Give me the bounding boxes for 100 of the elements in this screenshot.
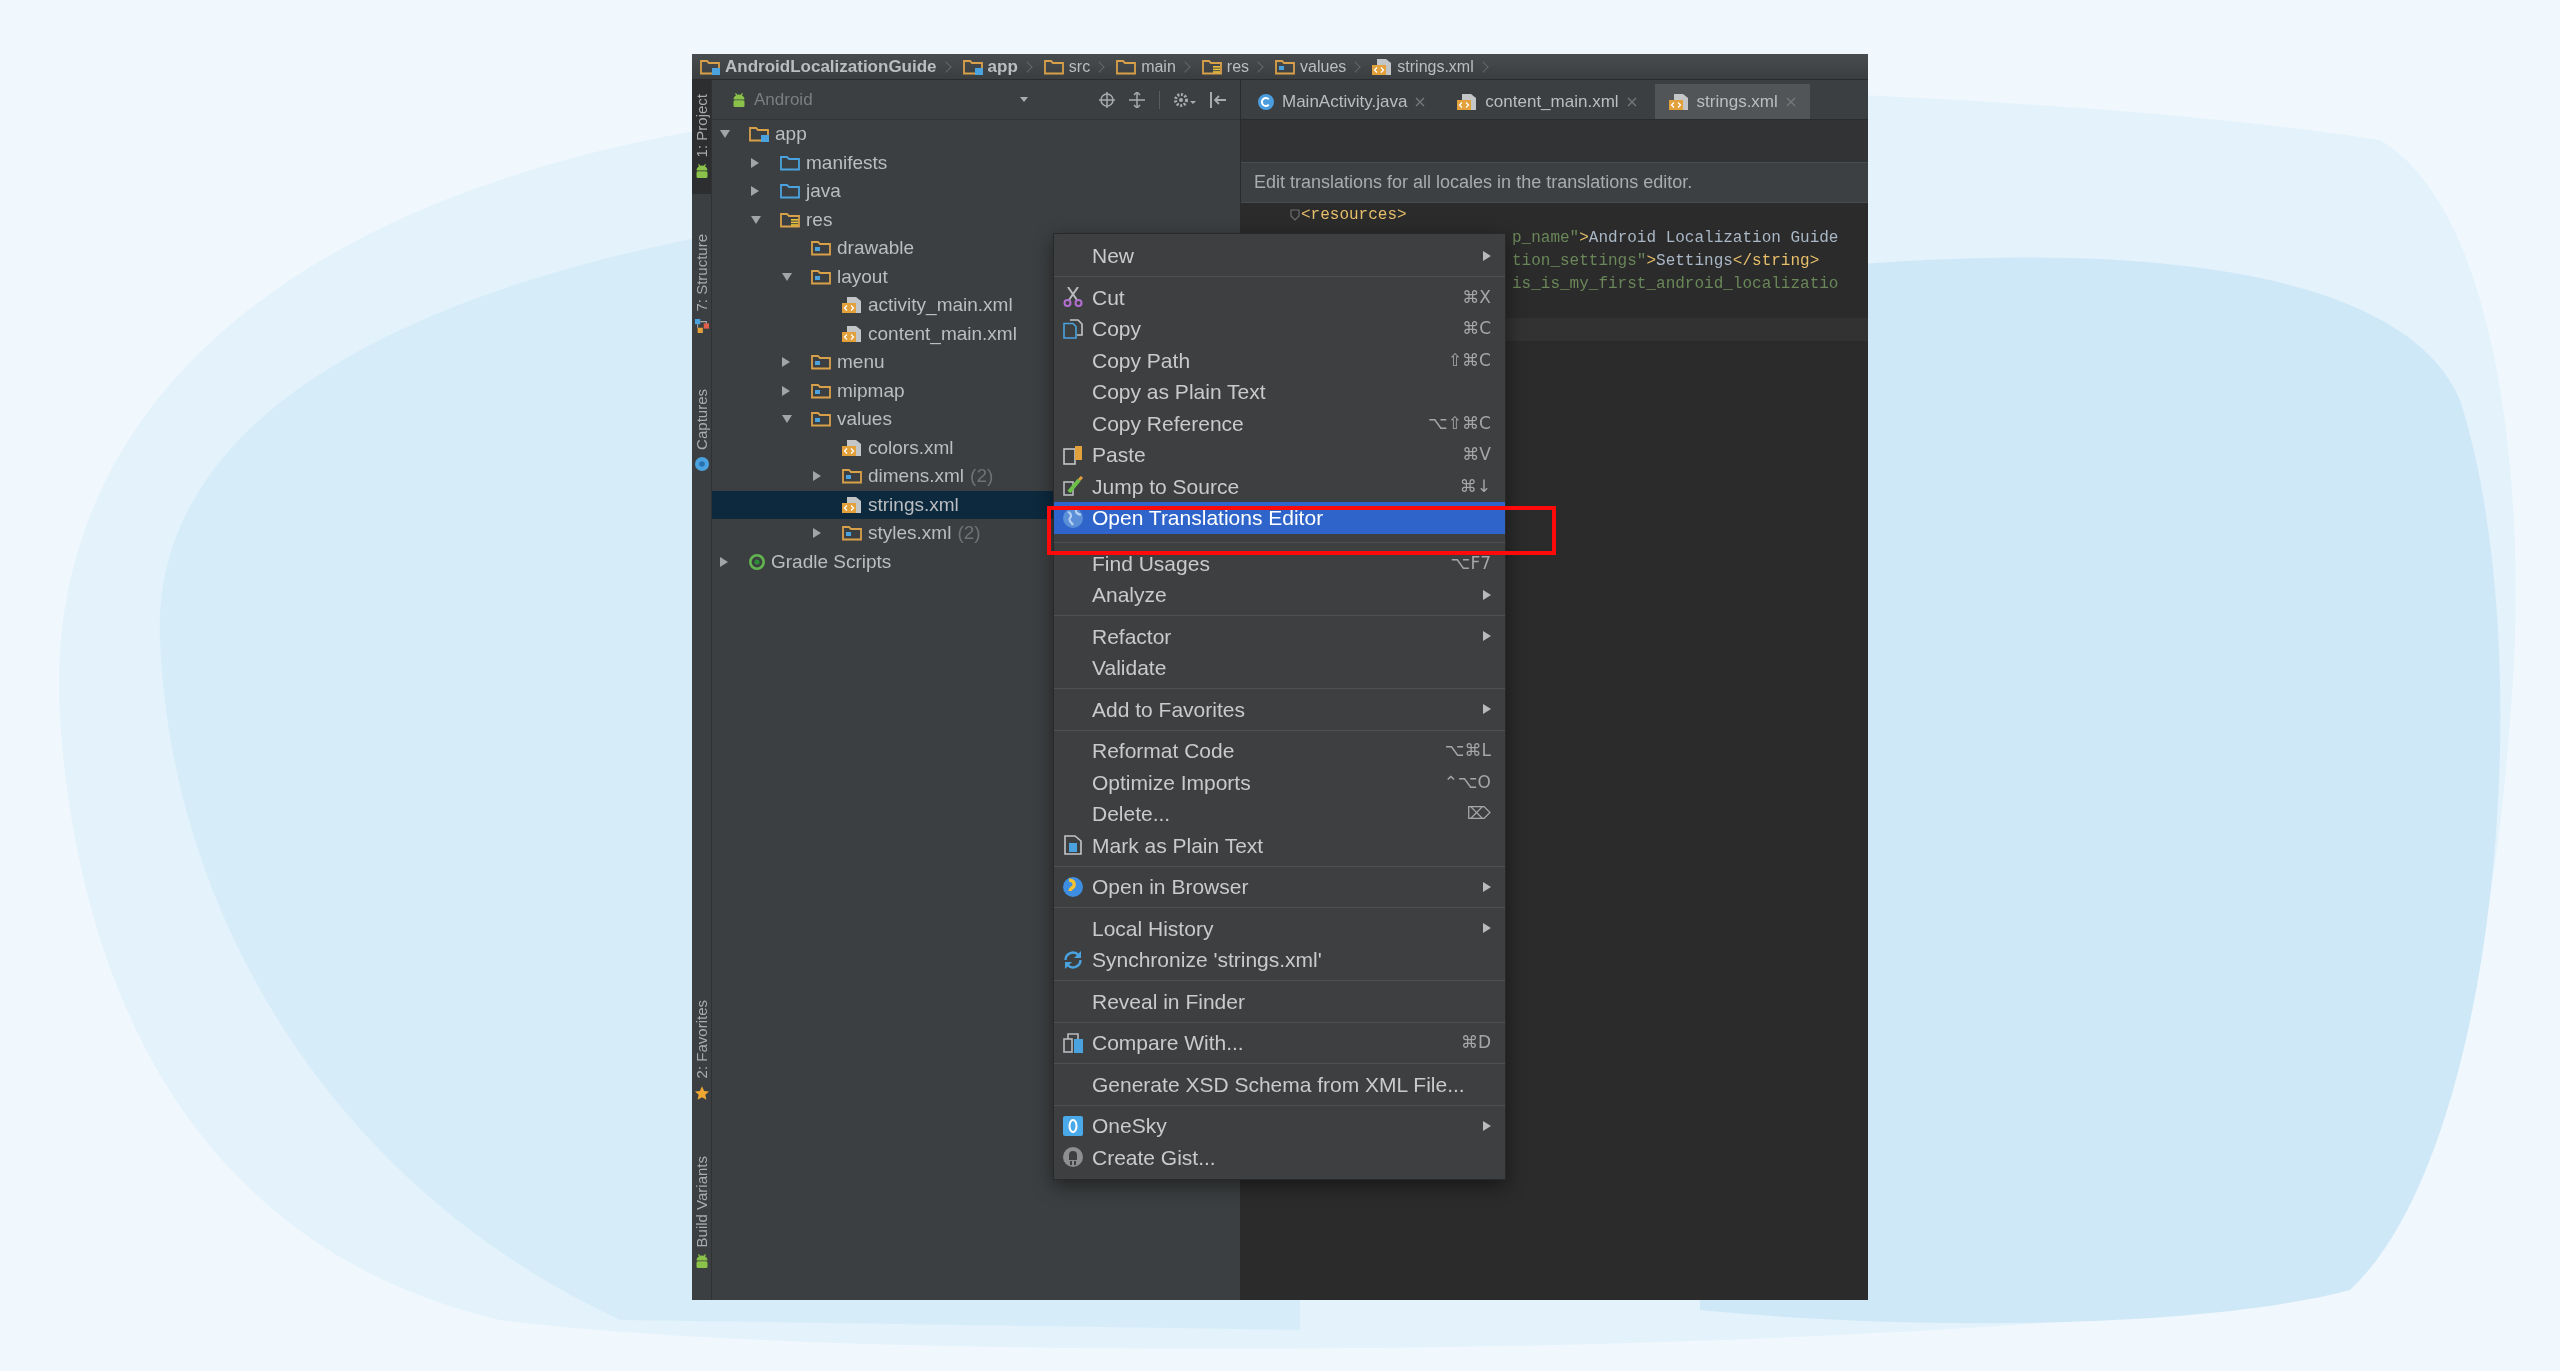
folder-icon [1116, 58, 1137, 75]
command-item[interactable]: Delete... ⌦ [1054, 802, 1505, 826]
compare-icon [1063, 1032, 1083, 1053]
star-icon [694, 1085, 709, 1100]
code-line: p_name">Android Localization Guide [1512, 228, 1839, 247]
caret-down-icon [1020, 97, 1028, 102]
shortcut-label: ⌘V [1462, 444, 1491, 466]
command-item[interactable]: Copy as Plain Text [1054, 380, 1505, 404]
tree-item[interactable]: res [712, 205, 1240, 234]
shortcut-label: ⌦ [1466, 803, 1491, 825]
command-item[interactable]: Add to Favorites [1054, 697, 1505, 721]
command-item[interactable]: Reveal in Finder [1054, 989, 1505, 1013]
tool-window-button[interactable]: 7: Structure [692, 220, 711, 349]
crosshair-icon[interactable] [1099, 91, 1115, 108]
shortcut-label: ⌥⌘L [1444, 740, 1491, 762]
folder-icon [811, 382, 831, 399]
code-line: tion_settings">Settings</string> [1512, 251, 1820, 270]
command-item[interactable]: Refactor [1054, 624, 1505, 648]
resource-folder-icon [1201, 58, 1222, 75]
command-item[interactable]: New [1054, 244, 1505, 268]
editor-tab[interactable]: strings.xml [1654, 84, 1810, 119]
sync-icon [1063, 949, 1083, 970]
command-item[interactable]: Open in Browser [1054, 875, 1505, 899]
breadcrumb-item[interactable]: values [1275, 54, 1363, 79]
tool-window-button[interactable]: 2: Favorites [692, 986, 711, 1116]
caret-right-icon[interactable] [751, 157, 759, 168]
breadcrumb-item[interactable]: AndroidLocalizationGuide [700, 54, 953, 79]
settings-icon[interactable] [1174, 91, 1196, 108]
android-icon [732, 92, 746, 107]
command-item[interactable]: Paste ⌘V [1054, 443, 1505, 467]
tool-window-button[interactable]: Captures [692, 374, 711, 487]
caret-right-icon[interactable] [813, 528, 821, 539]
command-item[interactable]: Create Gist... [1054, 1145, 1505, 1169]
shortcut-label: ⌘C [1462, 318, 1491, 340]
folder-icon [811, 240, 831, 257]
tool-window-button[interactable]: 1: Project [692, 80, 711, 195]
close-icon[interactable] [1626, 96, 1637, 107]
command-item[interactable]: Cut ⌘X [1054, 285, 1505, 309]
tool-window-button[interactable]: Build Variants [692, 1141, 711, 1284]
breadcrumb-item[interactable]: src [1043, 54, 1107, 79]
module-folder-icon [962, 58, 983, 75]
caret-down-icon[interactable] [782, 415, 792, 424]
caret-right-icon[interactable] [720, 556, 728, 567]
command-item[interactable]: Mark as Plain Text [1054, 833, 1505, 857]
pencil-icon [1063, 476, 1083, 497]
caret-right-icon[interactable] [782, 385, 790, 396]
tree-item[interactable]: java [712, 177, 1240, 206]
lens-icon [694, 456, 709, 471]
class-icon [1258, 93, 1274, 110]
breadcrumb-item[interactable]: res [1201, 54, 1266, 79]
collapse-left-icon[interactable] [1210, 91, 1226, 108]
code-line: <resources> [1301, 205, 1407, 224]
command-item[interactable]: Validate [1054, 656, 1505, 680]
folder-icon [842, 525, 862, 542]
command-item[interactable]: Local History [1054, 916, 1505, 940]
caret-right-icon[interactable] [751, 186, 759, 197]
shortcut-label: ⌥F7 [1450, 552, 1491, 574]
breadcrumb-item[interactable]: strings.xml [1372, 54, 1490, 79]
folder-icon [842, 468, 862, 485]
caret-down-icon[interactable] [720, 130, 730, 139]
shortcut-label: ⌘X [1462, 286, 1491, 308]
shortcut-label: ⌃⌥O [1443, 771, 1491, 793]
emblem-icon [1063, 1147, 1083, 1168]
breadcrumb-item[interactable]: main [1116, 54, 1192, 79]
move-arrows-icon[interactable] [1129, 91, 1145, 108]
caret-down-icon[interactable] [782, 272, 792, 281]
command-item[interactable]: Synchronize 'strings.xml' [1054, 948, 1505, 972]
close-icon[interactable] [1415, 96, 1426, 107]
folder-icon [780, 183, 800, 200]
command-item[interactable]: Compare With... ⌘D [1054, 1031, 1505, 1055]
document-icon [1064, 835, 1082, 856]
command-item[interactable]: Optimize Imports ⌃⌥O [1054, 770, 1505, 794]
caret-down-icon[interactable] [751, 215, 761, 224]
android-icon [694, 164, 709, 179]
caret-right-icon[interactable] [782, 357, 790, 368]
caret-right-icon[interactable] [813, 471, 821, 482]
command-item[interactable]: Find Usages ⌥F7 [1054, 551, 1505, 575]
tree-item[interactable]: manifests [712, 148, 1240, 177]
scissors-icon [1063, 287, 1083, 308]
fold-marker-icon[interactable] [1290, 208, 1300, 221]
structure-icon [694, 318, 709, 333]
command-item[interactable]: Copy Reference ⌥⇧⌘C [1054, 411, 1505, 435]
tree-item[interactable]: app [712, 120, 1240, 149]
editor-tab[interactable]: MainActivity.java [1244, 84, 1440, 119]
folder-icon [780, 154, 800, 171]
breadcrumb-item[interactable]: app [962, 54, 1034, 79]
shortcut-label: ⌘↓ [1459, 475, 1491, 497]
command-item[interactable]: Copy Path ⇧⌘C [1054, 348, 1505, 372]
command-item[interactable]: Reformat Code ⌥⌘L [1054, 739, 1505, 763]
editor-tab[interactable]: content_main.xml [1443, 84, 1651, 119]
android-icon [694, 1254, 709, 1268]
command-item[interactable]: Generate XSD Schema from XML File... [1054, 1072, 1505, 1096]
command-item[interactable]: Analyze [1054, 583, 1505, 607]
paste-icon [1063, 444, 1083, 465]
command-item[interactable]: OneSky [1054, 1114, 1505, 1138]
command-item[interactable]: Copy ⌘C [1054, 317, 1505, 341]
xml-file-icon [842, 496, 862, 513]
xml-file-icon [1668, 93, 1689, 110]
folder-icon [811, 268, 831, 285]
globe-icon [1063, 876, 1083, 897]
